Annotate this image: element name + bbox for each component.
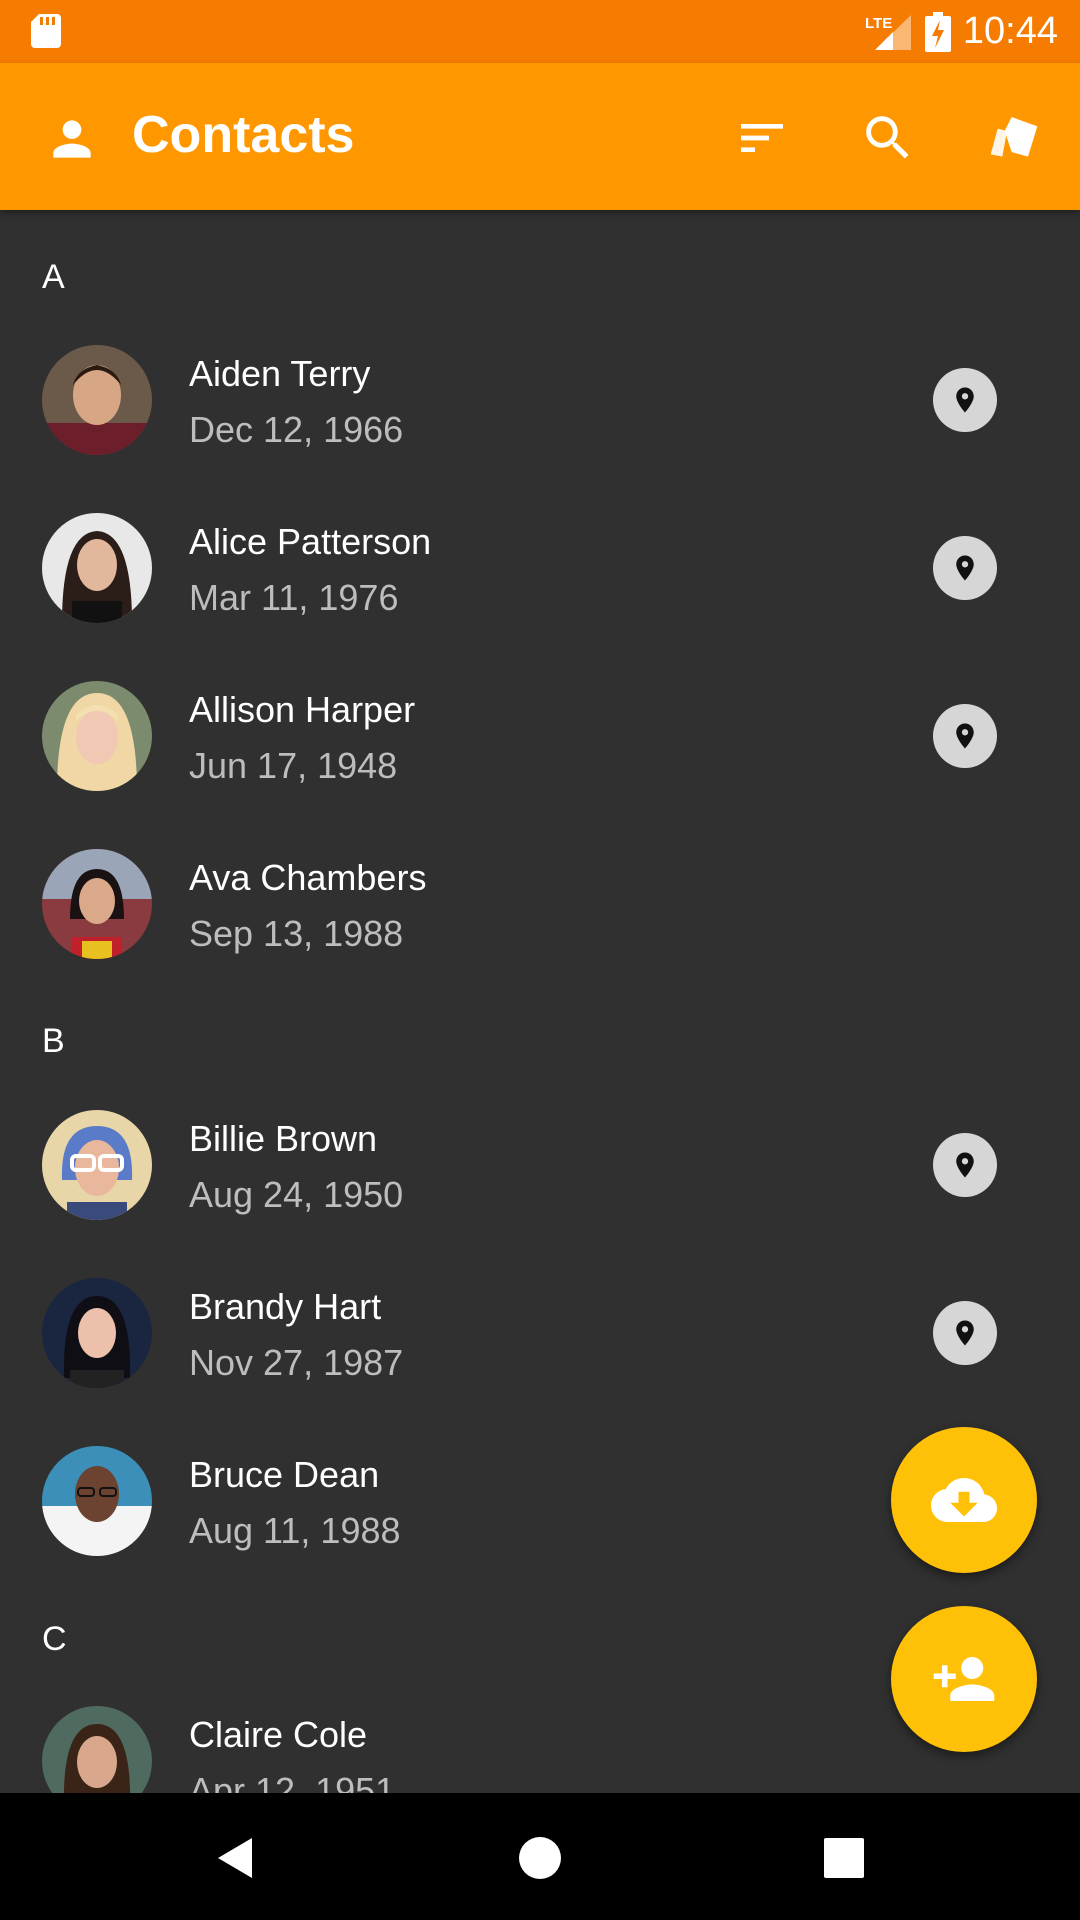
contact-row-billie-brown[interactable]: Billie Brown Aug 24, 1950 — [0, 1080, 1080, 1248]
avatar — [42, 681, 152, 791]
location-button[interactable] — [933, 1301, 997, 1365]
location-button[interactable] — [933, 536, 997, 600]
avatar — [42, 849, 152, 959]
location-pin-icon — [956, 387, 974, 413]
location-button[interactable] — [933, 704, 997, 768]
section-header-a: A — [42, 258, 65, 296]
contact-date: Apr 12, 1951 — [189, 1770, 396, 1793]
location-button[interactable] — [933, 368, 997, 432]
location-pin-icon — [956, 555, 974, 581]
navigation-bar — [0, 1793, 1080, 1920]
home-button[interactable] — [500, 1818, 580, 1898]
avatar — [42, 513, 152, 623]
cards-button[interactable] — [979, 103, 1049, 173]
contact-date: Mar 11, 1976 — [189, 577, 399, 618]
recents-button[interactable] — [804, 1818, 884, 1898]
signal-icon: LTE — [865, 14, 911, 50]
search-icon — [866, 116, 909, 159]
location-pin-icon — [956, 1320, 974, 1346]
contact-row-ava-chambers[interactable]: Ava Chambers Sep 13, 1988 — [0, 819, 1080, 987]
avatar — [42, 1110, 152, 1220]
contact-row-allison-harper[interactable]: Allison Harper Jun 17, 1948 — [0, 651, 1080, 819]
clock: 10:44 — [962, 10, 1058, 52]
location-pin-icon — [956, 1152, 974, 1178]
recents-icon — [824, 1838, 864, 1878]
swap-cards-icon — [990, 117, 1038, 157]
person-icon — [42, 109, 102, 169]
contact-name: Bruce Dean — [189, 1454, 380, 1495]
battery-charging-icon — [924, 11, 951, 52]
contact-date: Nov 27, 1987 — [189, 1342, 404, 1383]
status-bar: LTE 10:44 — [0, 0, 1080, 63]
network-type: LTE — [865, 15, 892, 32]
contact-name: Billie Brown — [189, 1118, 378, 1159]
contact-row-brandy-hart[interactable]: Brandy Hart Nov 27, 1987 — [0, 1248, 1080, 1416]
search-button[interactable] — [853, 103, 923, 173]
contact-name: Allison Harper — [189, 689, 416, 730]
app-bar: Contacts — [0, 63, 1080, 210]
contact-date: Aug 11, 1988 — [189, 1510, 401, 1551]
back-button[interactable] — [196, 1818, 276, 1898]
contact-date: Jun 17, 1948 — [189, 745, 398, 786]
section-header-b: B — [42, 1022, 65, 1060]
avatar — [42, 1278, 152, 1388]
cloud-download-icon — [931, 1478, 997, 1522]
avatar — [42, 1706, 152, 1793]
contact-name: Claire Cole — [189, 1714, 368, 1755]
contact-date: Sep 13, 1988 — [189, 913, 404, 954]
page-title: Contacts — [132, 106, 355, 164]
back-icon — [218, 1838, 252, 1878]
contact-row-aiden-terry[interactable]: Aiden Terry Dec 12, 1966 — [0, 315, 1080, 483]
import-contacts-button[interactable] — [891, 1427, 1037, 1573]
contact-name: Brandy Hart — [189, 1286, 382, 1327]
contact-date: Aug 24, 1950 — [189, 1174, 404, 1215]
contact-row-alice-patterson[interactable]: Alice Patterson Mar 11, 1976 — [0, 483, 1080, 651]
contact-name: Ava Chambers — [189, 857, 427, 898]
avatar — [42, 345, 152, 455]
sd-card-icon — [31, 14, 61, 48]
add-contact-button[interactable] — [891, 1606, 1037, 1752]
section-header-c: C — [42, 1620, 67, 1658]
location-pin-icon — [956, 723, 974, 749]
sort-button[interactable] — [727, 103, 797, 173]
avatar — [42, 1446, 152, 1556]
home-icon — [519, 1837, 561, 1879]
location-button[interactable] — [933, 1133, 997, 1197]
contact-name: Alice Patterson — [189, 521, 432, 562]
person-add-icon — [933, 1657, 995, 1701]
contact-name: Aiden Terry — [189, 353, 371, 394]
contact-date: Dec 12, 1966 — [189, 409, 404, 450]
sort-icon — [741, 124, 783, 152]
